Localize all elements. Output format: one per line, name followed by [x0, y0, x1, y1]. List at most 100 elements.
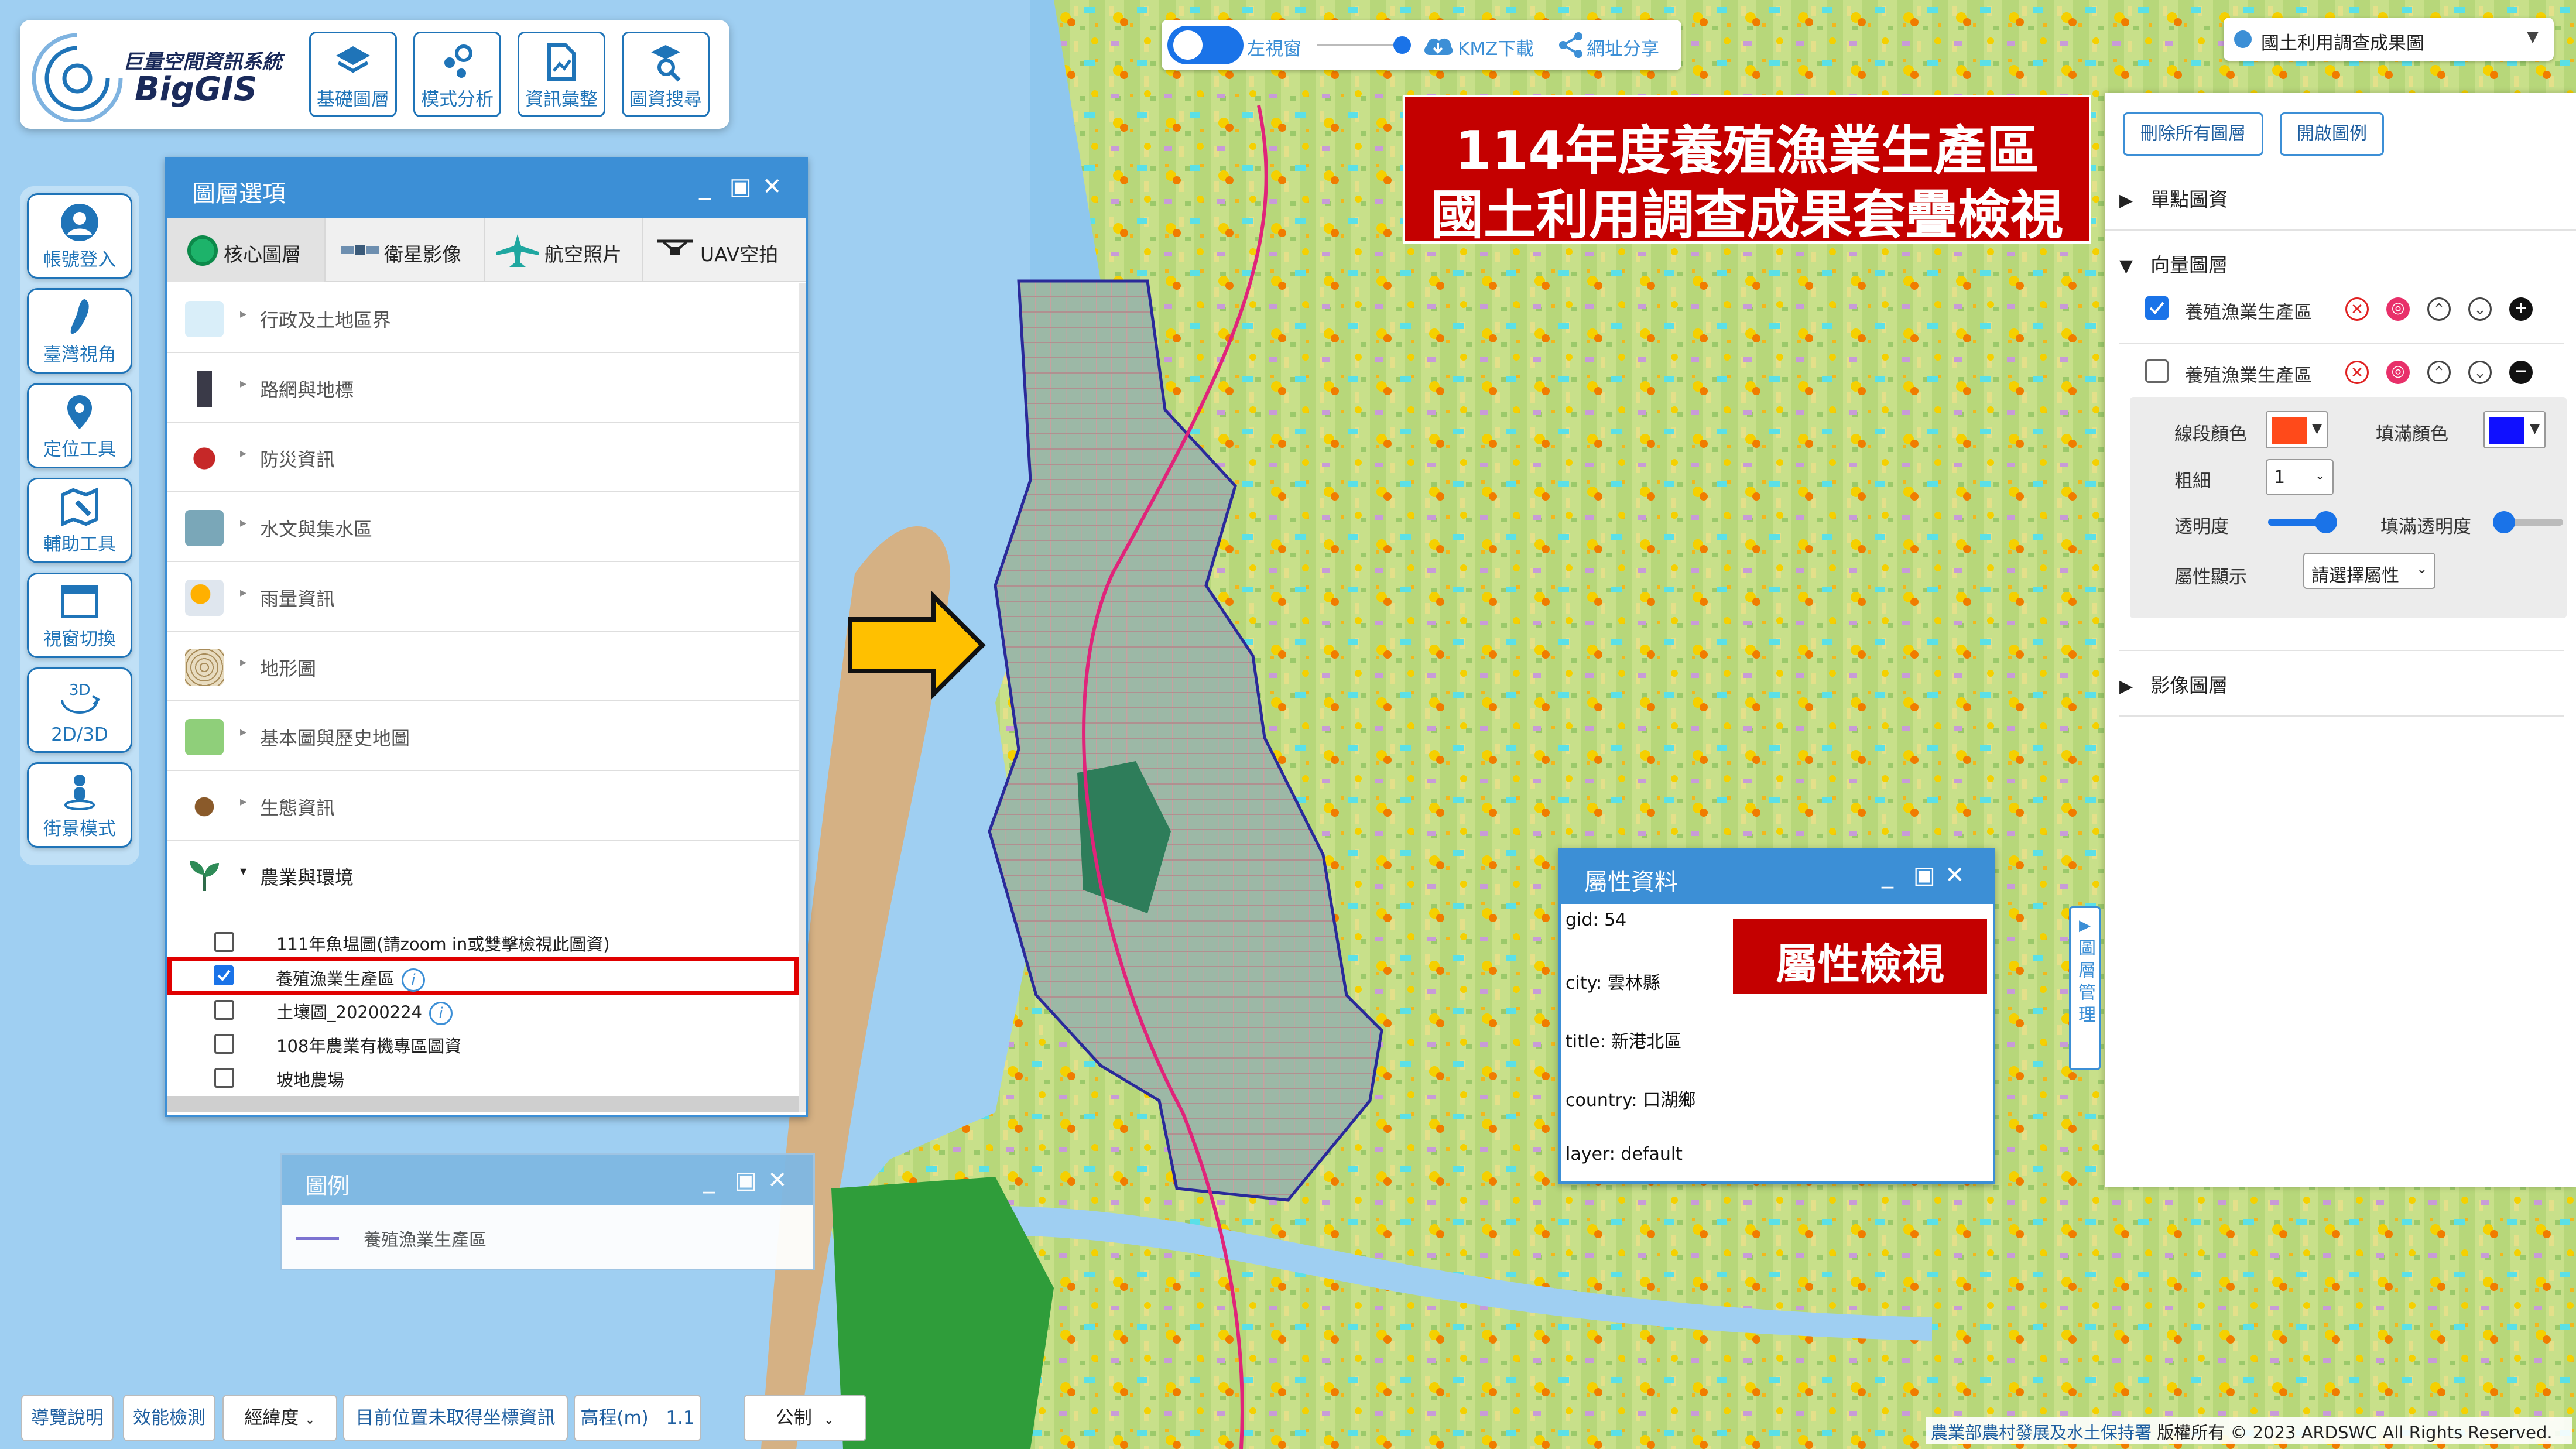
info-icon[interactable]: i	[402, 968, 426, 992]
vector-layer-row[interactable]: 養殖漁業生產區 ✕ ◎ ⌃ ⌄ −	[2145, 354, 2567, 389]
model-analysis-button[interactable]: 模式分析	[413, 32, 501, 117]
move-up-icon[interactable]: ⌃	[2427, 297, 2451, 321]
maximize-icon[interactable]: ▣	[729, 173, 752, 200]
category-roads[interactable]: ▸ 路網與地標	[167, 353, 799, 423]
close-icon[interactable]: ✕	[762, 173, 782, 200]
tab-core-layers[interactable]: 核心圖層	[167, 218, 326, 282]
section-vector-layers[interactable]: ▼ 向量圖層	[2119, 249, 2228, 278]
close-icon[interactable]: ✕	[1945, 862, 1965, 889]
line-width-select[interactable]: 1 ⌄	[2266, 459, 2334, 495]
vertical-scrollbar[interactable]	[799, 283, 806, 1112]
legend-header[interactable]: 圖例 _ ▣ ✕	[282, 1155, 813, 1205]
plant-icon	[190, 861, 219, 891]
collapse-settings-icon[interactable]: −	[2509, 361, 2533, 384]
unit-select[interactable]: 公制 ⌄	[744, 1395, 866, 1441]
swipe-slider[interactable]	[1317, 44, 1405, 46]
list-item[interactable]: 土壤圖_20200224 i	[167, 993, 799, 1026]
checkbox[interactable]	[214, 932, 234, 952]
close-icon[interactable]: ✕	[768, 1167, 787, 1194]
category-admin-boundary[interactable]: ▸ 行政及土地區界	[167, 283, 799, 353]
fill-opacity-slider-knob[interactable]	[2493, 511, 2515, 533]
list-item-highlighted[interactable]: 養殖漁業生產區 i	[167, 957, 799, 995]
list-item[interactable]: 坡地農場	[167, 1061, 799, 1094]
tab-satellite-label: 衛星影像	[384, 243, 461, 266]
layer-manager-side-tab[interactable]: ▶ 圖層管理	[2069, 906, 2101, 1070]
category-agriculture[interactable]: ▾ 農業與環境	[167, 841, 799, 910]
move-down-icon[interactable]: ⌄	[2468, 361, 2492, 384]
tab-satellite[interactable]: 衛星影像	[326, 218, 485, 282]
tab-uav[interactable]: UAV空拍	[643, 218, 799, 282]
line-color-picker[interactable]: ▼	[2266, 411, 2328, 448]
basemap-select[interactable]: 國土利用調查成果圖 ▼	[2224, 18, 2554, 61]
tab-aerial-photo[interactable]: 航空照片	[485, 218, 643, 282]
3d-rotate-icon: 3D	[61, 681, 101, 714]
core-layer-icon	[187, 235, 218, 266]
view-2d3d-button[interactable]: 3D 2D/3D	[27, 667, 132, 753]
checkbox-checked[interactable]	[214, 965, 234, 985]
layer-panel-header[interactable]: 圖層選項 _ ▣ ✕	[167, 159, 806, 218]
aux-tool-button[interactable]: 輔助工具	[27, 478, 132, 563]
cloud-download-icon[interactable]	[1421, 32, 1454, 59]
opacity-slider-knob[interactable]	[2315, 511, 2337, 533]
taiwan-view-button[interactable]: 臺灣視角	[27, 288, 132, 374]
locate-tool-button[interactable]: 定位工具	[27, 383, 132, 468]
layer-style-settings: 線段顏色 ▼ 填滿顏色 ▼ 粗細 1 ⌄ 透明度 填滿透明度 屬性顯示 請選擇屬性…	[2130, 397, 2567, 618]
attribute-select[interactable]: 請選擇屬性 ⌄	[2303, 553, 2435, 589]
remove-layer-icon[interactable]: ✕	[2345, 297, 2369, 321]
category-ecology[interactable]: ▸ 生態資訊	[167, 771, 799, 841]
category-label: 路網與地標	[260, 379, 354, 401]
coordinate-system-select[interactable]: 經緯度 ⌄	[222, 1395, 337, 1441]
share-icon[interactable]	[1557, 32, 1584, 59]
checkbox[interactable]	[214, 1034, 234, 1054]
base-layers-button[interactable]: 基礎圖層	[309, 32, 397, 117]
vector-layer-row[interactable]: 養殖漁業生產區 ✕ ◎ ⌃ ⌄ +	[2145, 290, 2567, 326]
category-disaster[interactable]: ▸ 防災資訊	[167, 423, 799, 492]
url-share-button[interactable]: 網址分享	[1587, 34, 1659, 60]
info-icon[interactable]: i	[429, 1002, 453, 1025]
section-point-data[interactable]: ▶ 單點圖資	[2119, 184, 2228, 212]
copyright-org-link[interactable]: 農業部農村發展及水土保持署	[1931, 1423, 2152, 1443]
remove-all-layers-button[interactable]: 刪除所有圖層	[2123, 112, 2263, 156]
category-base-map[interactable]: ▸ 基本圖與歷史地圖	[167, 701, 799, 771]
left-view-toggle[interactable]	[1167, 26, 1244, 64]
category-rain[interactable]: ▸ 雨量資訊	[167, 562, 799, 632]
kmz-download-button[interactable]: KMZ下載	[1458, 34, 1534, 60]
list-item[interactable]: 111年魚塭圖(請zoom in或雙擊檢視此圖資)	[167, 925, 799, 958]
minimize-icon[interactable]: _	[699, 173, 711, 200]
horizontal-scrollbar[interactable]	[167, 1096, 799, 1112]
remove-layer-icon[interactable]: ✕	[2345, 361, 2369, 384]
performance-test-button[interactable]: 效能檢測	[123, 1395, 215, 1441]
street-view-label: 街景模式	[43, 818, 116, 840]
maximize-icon[interactable]: ▣	[735, 1167, 757, 1194]
attribute-panel-header[interactable]: 屬性資料 _ ▣ ✕	[1561, 850, 1993, 904]
road-icon	[185, 371, 224, 407]
category-terrain[interactable]: ▸ 地形圖	[167, 632, 799, 701]
move-up-icon[interactable]: ⌃	[2427, 361, 2451, 384]
category-label: 防災資訊	[260, 448, 335, 471]
fill-color-picker[interactable]: ▼	[2483, 411, 2546, 448]
expand-settings-icon[interactable]: +	[2509, 297, 2533, 321]
category-hydrology[interactable]: ▸ 水文與集水區	[167, 492, 799, 562]
section-image-layers[interactable]: ▶ 影像圖層	[2119, 670, 2228, 698]
map-search-button[interactable]: 圖資搜尋	[622, 32, 710, 117]
checkbox[interactable]	[214, 1000, 234, 1020]
swipe-slider-knob[interactable]	[1393, 36, 1411, 54]
login-button[interactable]: 帳號登入	[27, 193, 132, 279]
info-summary-button[interactable]: 資訊彙整	[518, 32, 605, 117]
minimize-icon[interactable]: _	[1882, 862, 1893, 889]
zoom-to-layer-icon[interactable]: ◎	[2386, 361, 2410, 384]
window-switch-button[interactable]: 視窗切換	[27, 573, 132, 658]
chevron-right-icon: ▸	[240, 376, 247, 391]
guide-button[interactable]: 導覽說明	[21, 1395, 114, 1441]
maximize-icon[interactable]: ▣	[1913, 862, 1936, 889]
zoom-to-layer-icon[interactable]: ◎	[2386, 297, 2410, 321]
open-legend-button[interactable]: 開啟圖例	[2280, 112, 2384, 156]
street-view-button[interactable]: 街景模式	[27, 762, 132, 848]
minimize-icon[interactable]: _	[703, 1167, 715, 1194]
list-item[interactable]: 108年農業有機專區圖資	[167, 1027, 799, 1060]
layer-checkbox[interactable]	[2145, 359, 2169, 383]
checkbox[interactable]	[214, 1068, 234, 1088]
layer-panel-title: 圖層選項	[192, 180, 286, 207]
move-down-icon[interactable]: ⌄	[2468, 297, 2492, 321]
layer-checkbox-checked[interactable]	[2145, 296, 2169, 320]
